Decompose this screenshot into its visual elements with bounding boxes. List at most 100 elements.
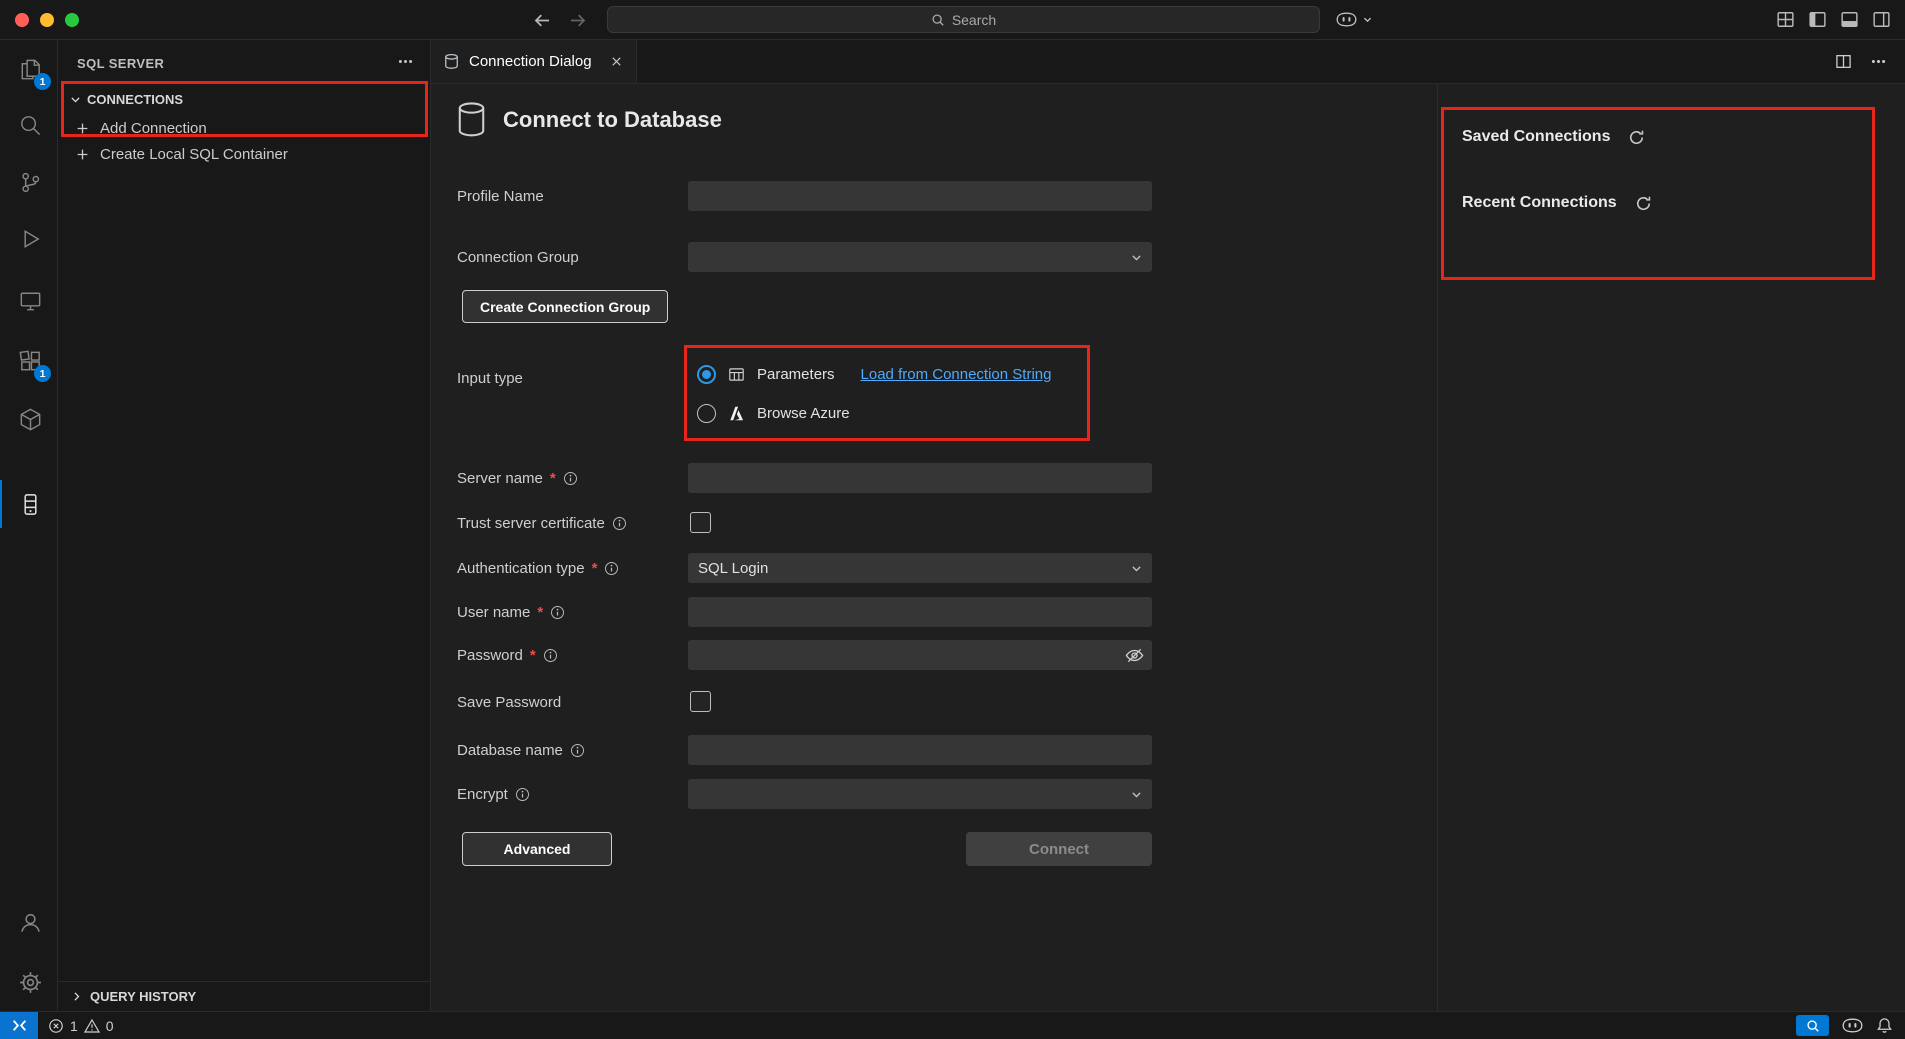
parameters-table-icon — [728, 366, 745, 383]
activity-containers[interactable] — [0, 395, 58, 443]
tab-connection-dialog[interactable]: Connection Dialog — [431, 40, 637, 83]
forward-icon[interactable] — [568, 11, 587, 30]
bell-icon[interactable] — [1876, 1017, 1893, 1034]
encrypt-label: Encrypt — [457, 779, 530, 809]
query-history-section-header[interactable]: QUERY HISTORY — [58, 981, 430, 1011]
save-password-checkbox[interactable] — [690, 691, 711, 712]
activity-explorer[interactable]: 1 — [0, 45, 58, 93]
info-icon[interactable] — [563, 471, 578, 486]
activity-source-control[interactable] — [0, 158, 58, 206]
password-input[interactable] — [688, 640, 1152, 670]
copilot-status-icon[interactable] — [1842, 1018, 1863, 1033]
add-connection-item[interactable]: Add Connection — [58, 115, 430, 141]
activity-run-debug[interactable] — [0, 215, 58, 263]
activity-bar: 1 1 — [0, 40, 58, 1011]
recent-connections-header: Recent Connections — [1462, 194, 1652, 212]
connect-button[interactable]: Connect — [966, 832, 1152, 866]
chevron-down-icon — [1130, 788, 1143, 801]
create-connection-group-button[interactable]: Create Connection Group — [462, 290, 668, 323]
close-window-button[interactable] — [15, 13, 29, 27]
database-name-label: Database name — [457, 735, 585, 765]
search-icon — [931, 13, 945, 27]
chevron-down-icon — [1130, 251, 1143, 264]
database-name-input[interactable] — [688, 735, 1152, 765]
search-placeholder: Search — [952, 12, 996, 28]
toggle-secondary-sidebar-icon[interactable] — [1872, 10, 1891, 29]
authentication-type-select[interactable]: SQL Login — [688, 553, 1152, 583]
problems-indicator[interactable]: 1 0 — [48, 1018, 114, 1034]
zoom-indicator[interactable] — [1796, 1015, 1829, 1036]
run-debug-icon — [17, 226, 44, 253]
toggle-primary-sidebar-icon[interactable] — [1808, 10, 1827, 29]
activity-extensions[interactable]: 1 — [0, 337, 58, 385]
plus-icon — [75, 147, 90, 162]
status-bar: 1 0 — [0, 1011, 1905, 1039]
eye-off-icon[interactable] — [1125, 646, 1144, 665]
container-cube-icon — [17, 406, 44, 433]
advanced-button[interactable]: Advanced — [462, 832, 612, 866]
info-icon[interactable] — [515, 787, 530, 802]
maximize-window-button[interactable] — [65, 13, 79, 27]
info-icon[interactable] — [550, 605, 565, 620]
explorer-badge: 1 — [34, 73, 51, 90]
browse-azure-radio[interactable] — [697, 404, 716, 423]
window-controls — [15, 13, 79, 27]
refresh-icon[interactable] — [1628, 129, 1645, 146]
user-name-input[interactable] — [688, 597, 1152, 627]
info-icon[interactable] — [604, 561, 619, 576]
connection-group-select[interactable] — [688, 242, 1152, 272]
plus-icon — [75, 121, 90, 136]
copilot-menu[interactable] — [1336, 12, 1373, 27]
chevron-right-icon — [70, 990, 83, 1003]
command-center-search[interactable]: Search — [607, 6, 1320, 33]
editor-more-actions-icon[interactable] — [1870, 53, 1887, 70]
activity-sql-server[interactable] — [0, 480, 58, 528]
customize-layout-icon[interactable] — [1776, 10, 1795, 29]
refresh-icon[interactable] — [1635, 195, 1652, 212]
info-icon[interactable] — [543, 648, 558, 663]
info-icon[interactable] — [570, 743, 585, 758]
content-divider — [1437, 84, 1438, 1011]
warning-icon — [84, 1018, 100, 1034]
required-marker: * — [592, 560, 598, 577]
trust-server-certificate-label: Trust server certificate — [457, 508, 627, 538]
sidebar-more-actions-icon[interactable] — [397, 53, 414, 70]
activity-remote-explorer[interactable] — [0, 276, 58, 324]
remote-indicator[interactable] — [0, 1012, 38, 1039]
input-type-label: Input type — [457, 363, 523, 393]
server-name-input[interactable] — [688, 463, 1152, 493]
load-from-connection-string-link[interactable]: Load from Connection String — [861, 366, 1052, 383]
chevron-down-icon — [1362, 14, 1373, 25]
minimize-window-button[interactable] — [40, 13, 54, 27]
required-marker: * — [530, 647, 536, 664]
connections-section-header[interactable]: CONNECTIONS — [58, 87, 430, 111]
sql-server-icon — [17, 491, 44, 518]
magnifier-icon — [1806, 1019, 1820, 1033]
connection-dialog-tab-icon — [443, 53, 460, 70]
encrypt-select[interactable] — [688, 779, 1152, 809]
info-icon[interactable] — [612, 516, 627, 531]
gear-icon — [17, 969, 44, 996]
tab-label: Connection Dialog — [469, 53, 592, 70]
activity-settings[interactable] — [0, 958, 58, 1006]
trust-server-certificate-checkbox[interactable] — [690, 512, 711, 533]
profile-name-input[interactable] — [688, 181, 1152, 211]
close-tab-icon[interactable] — [609, 54, 624, 69]
chevron-down-icon — [69, 93, 82, 106]
activity-search[interactable] — [0, 101, 58, 149]
back-icon[interactable] — [533, 11, 552, 30]
editor-group: Connection Dialog Connect to Database Pr… — [431, 40, 1905, 1011]
create-local-sql-container-item[interactable]: Create Local SQL Container — [58, 141, 430, 167]
remote-icon — [11, 1017, 28, 1034]
required-marker: * — [537, 604, 543, 621]
account-person-icon — [17, 909, 44, 936]
activity-accounts[interactable] — [0, 898, 58, 946]
toggle-panel-icon[interactable] — [1840, 10, 1859, 29]
titlebar: Search — [0, 0, 1905, 40]
copilot-icon — [1336, 12, 1357, 27]
split-editor-icon[interactable] — [1835, 53, 1852, 70]
saved-connections-header: Saved Connections — [1462, 128, 1645, 146]
vscode-window: Search 1 1 — [0, 0, 1905, 1039]
parameters-radio[interactable] — [697, 365, 716, 384]
sidebar-sql-server: SQL SERVER CONNECTIONS Add Connection Cr… — [58, 40, 431, 1011]
